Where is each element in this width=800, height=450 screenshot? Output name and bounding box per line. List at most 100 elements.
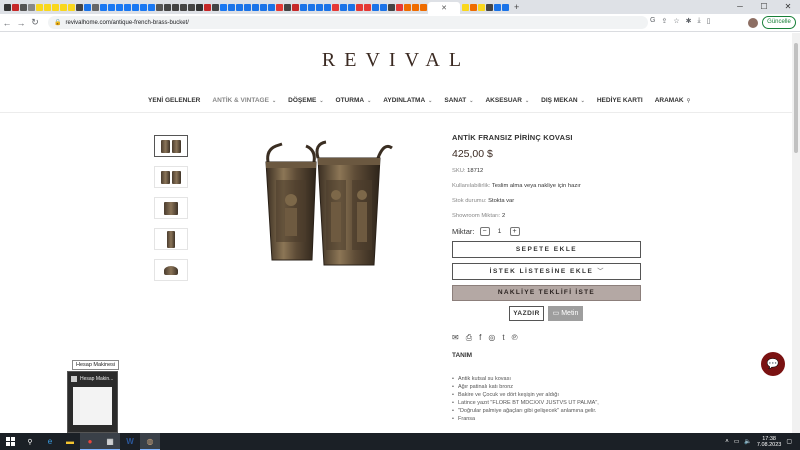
pinterest-icon[interactable]: ℗ [512,333,518,343]
forward-icon[interactable]: → [14,18,28,28]
thumbnail-1[interactable] [154,135,188,157]
nav-item[interactable]: AKSESUAR ⌄ [485,97,529,104]
bookmark-star-icon[interactable]: ☆ [673,17,679,25]
url-field[interactable]: 🔒 revivalhome.com/antique-french-brass-b… [48,16,648,29]
nav-item[interactable]: ARAMAK ⚲ [655,97,691,104]
tab-favicon[interactable] [348,3,355,11]
email-icon[interactable]: ✉ [452,333,459,343]
extensions-icon[interactable]: ✱ [686,17,692,25]
tab-favicon[interactable] [478,3,485,11]
download-icon[interactable]: ⤓ [697,17,700,25]
nav-item[interactable]: OTURMA ⌄ [336,97,372,104]
nav-item[interactable]: DÖŞEME ⌄ [288,97,323,104]
quantity-increase-button[interactable]: + [509,227,520,236]
calculator-taskbar-button[interactable]: ▦ [100,433,120,450]
thumbnail-4[interactable] [154,228,188,250]
tab-favicon[interactable] [76,3,83,11]
tab-favicon[interactable] [292,3,299,11]
tab-favicon[interactable] [276,3,283,11]
tab-favicon[interactable] [92,3,99,11]
tab-favicon[interactable] [20,3,27,11]
tab-favicon[interactable] [486,3,493,11]
tab-favicon[interactable] [372,3,379,11]
google-icon[interactable]: G [650,17,655,25]
tab-favicon[interactable] [84,3,91,11]
calculator-preview[interactable]: Hesap Makin... [67,371,118,433]
nav-item[interactable]: DIŞ MEKAN ⌄ [541,97,585,104]
site-logo[interactable]: REVIVAL [0,49,792,72]
product-main-image[interactable] [258,140,398,275]
reload-icon[interactable]: ↻ [28,17,42,28]
tab-favicon[interactable] [12,3,19,11]
instagram-icon[interactable]: ◎ [488,333,495,343]
scrollbar-thumb[interactable] [794,43,798,153]
tab-favicon[interactable] [356,3,363,11]
update-button[interactable]: Güncelle [762,16,796,29]
tab-favicon[interactable] [188,3,195,11]
explorer-taskbar-button[interactable]: ▬ [60,433,80,450]
word-taskbar-button[interactable]: W [120,433,140,450]
tab-favicon[interactable] [324,3,331,11]
tab-favicon[interactable] [172,3,179,11]
tab-favicon[interactable] [68,3,75,11]
tab-favicon[interactable] [404,3,411,11]
tab-favicon[interactable] [212,3,219,11]
thumbnail-2[interactable] [154,166,188,188]
tab-favicon[interactable] [100,3,107,11]
tab-favicon[interactable] [364,3,371,11]
print-icon[interactable]: ⎙ [466,333,472,343]
start-button[interactable] [0,433,20,450]
tab-favicon[interactable] [380,3,387,11]
nav-item[interactable]: YENİ GELENLER [148,97,200,104]
close-tab-icon[interactable]: ✕ [441,4,447,12]
tab-favicon[interactable] [420,3,427,11]
nav-item[interactable]: AYDINLATMA ⌄ [383,97,432,104]
volume-icon[interactable]: 🔈 [744,438,751,445]
facebook-icon[interactable]: f [479,333,481,343]
nav-item[interactable]: HEDİYE KARTI [597,97,643,104]
tab-favicon[interactable] [260,3,267,11]
notifications-icon[interactable]: ▢ [786,438,792,445]
chevron-up-icon[interactable]: ˄ [725,439,729,445]
minimize-icon[interactable]: ─ [728,0,752,14]
tab-favicon[interactable] [316,3,323,11]
tab-favicon[interactable] [228,3,235,11]
tab-favicon[interactable] [204,3,211,11]
tab-favicon[interactable] [284,3,291,11]
thumbnail-3[interactable] [154,197,188,219]
tab-favicon[interactable] [108,3,115,11]
profile-avatar[interactable] [748,18,758,28]
add-to-wishlist-button[interactable]: İSTEK LİSTESİNE EKLE ﹀ [452,263,641,280]
tab-favicon[interactable] [462,3,469,11]
add-to-cart-button[interactable]: SEPETE EKLE [452,241,641,258]
maximize-icon[interactable]: ☐ [752,0,776,14]
shipping-quote-button[interactable]: NAKLİYE TEKLİFİ İSTE [452,285,641,301]
back-icon[interactable]: ← [0,18,14,28]
tab-favicon[interactable] [180,3,187,11]
tab-favicon[interactable] [60,3,67,11]
edge-taskbar-button[interactable]: e [40,433,60,450]
tab-favicon[interactable] [156,3,163,11]
chrome-taskbar-button[interactable]: ● [80,433,100,450]
tab-favicon[interactable] [396,3,403,11]
tab-favicon[interactable] [132,3,139,11]
tab-favicon[interactable] [244,3,251,11]
tab-favicon[interactable] [470,3,477,11]
sidepanel-icon[interactable]: ▯ [707,17,711,25]
tab-favicon[interactable] [220,3,227,11]
twitter-icon[interactable]: t [502,333,504,343]
tab-favicon[interactable] [164,3,171,11]
tab-favicon[interactable] [502,3,509,11]
tab-favicon[interactable] [148,3,155,11]
quantity-decrease-button[interactable]: − [479,227,490,236]
tab-favicon[interactable] [52,3,59,11]
app-taskbar-button[interactable]: ◍ [140,433,160,450]
tab-favicon[interactable] [196,3,203,11]
tab-favicon[interactable] [268,3,275,11]
close-window-icon[interactable]: ✕ [776,0,800,14]
tab-favicon[interactable] [308,3,315,11]
nav-item[interactable]: ANTİK & VINTAGE ⌄ [212,97,276,104]
tab-favicon[interactable] [300,3,307,11]
thumbnail-5[interactable] [154,259,188,281]
nav-item[interactable]: SANAT ⌄ [444,97,473,104]
